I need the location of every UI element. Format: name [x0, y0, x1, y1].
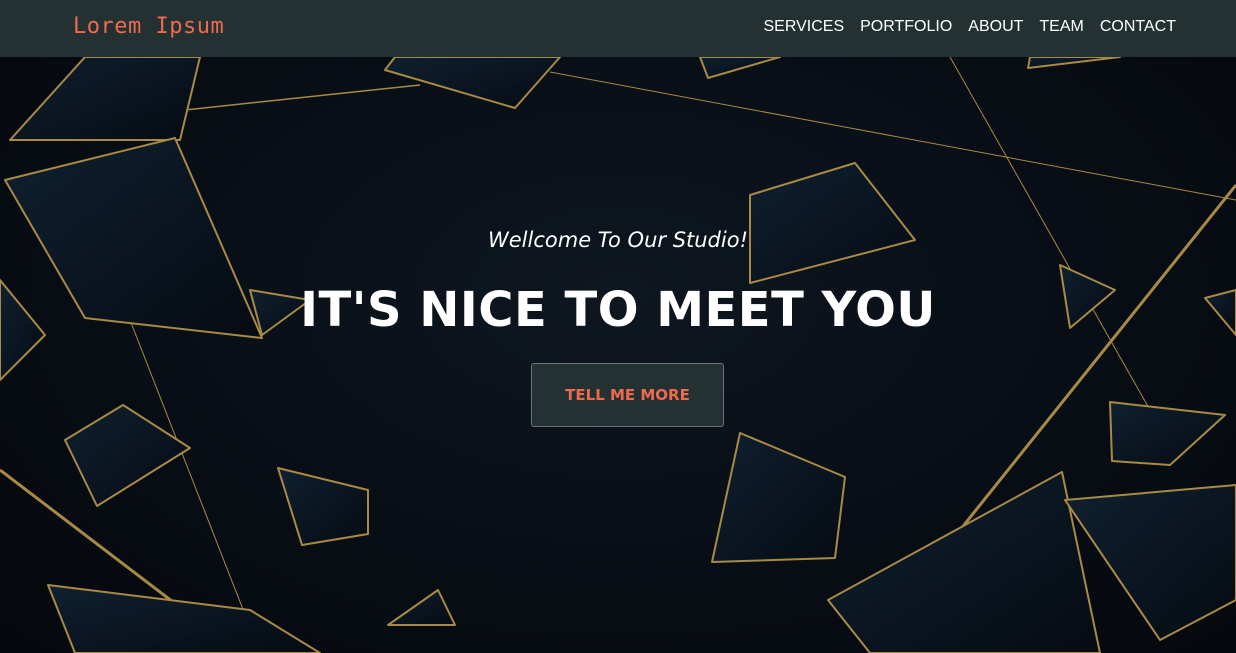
nav-link-portfolio[interactable]: PORTFOLIO [860, 18, 952, 36]
brand-logo[interactable]: Lorem Ipsum [73, 14, 224, 39]
nav-link-contact[interactable]: CONTACT [1100, 18, 1176, 36]
nav-link-about[interactable]: ABOUT [968, 18, 1023, 36]
tell-me-more-button[interactable]: TELL ME MORE [531, 363, 724, 427]
hero-heading: IT'S NICE TO MEET YOU [300, 282, 936, 338]
nav-link-services[interactable]: SERVICES [763, 18, 844, 36]
hero-subheading: Wellcome To Our Studio! [487, 228, 748, 252]
top-navbar: Lorem Ipsum SERVICES PORTFOLIO ABOUT TEA… [0, 0, 1236, 57]
nav-link-team[interactable]: TEAM [1039, 18, 1083, 36]
nav-links: SERVICES PORTFOLIO ABOUT TEAM CONTACT [763, 18, 1176, 36]
